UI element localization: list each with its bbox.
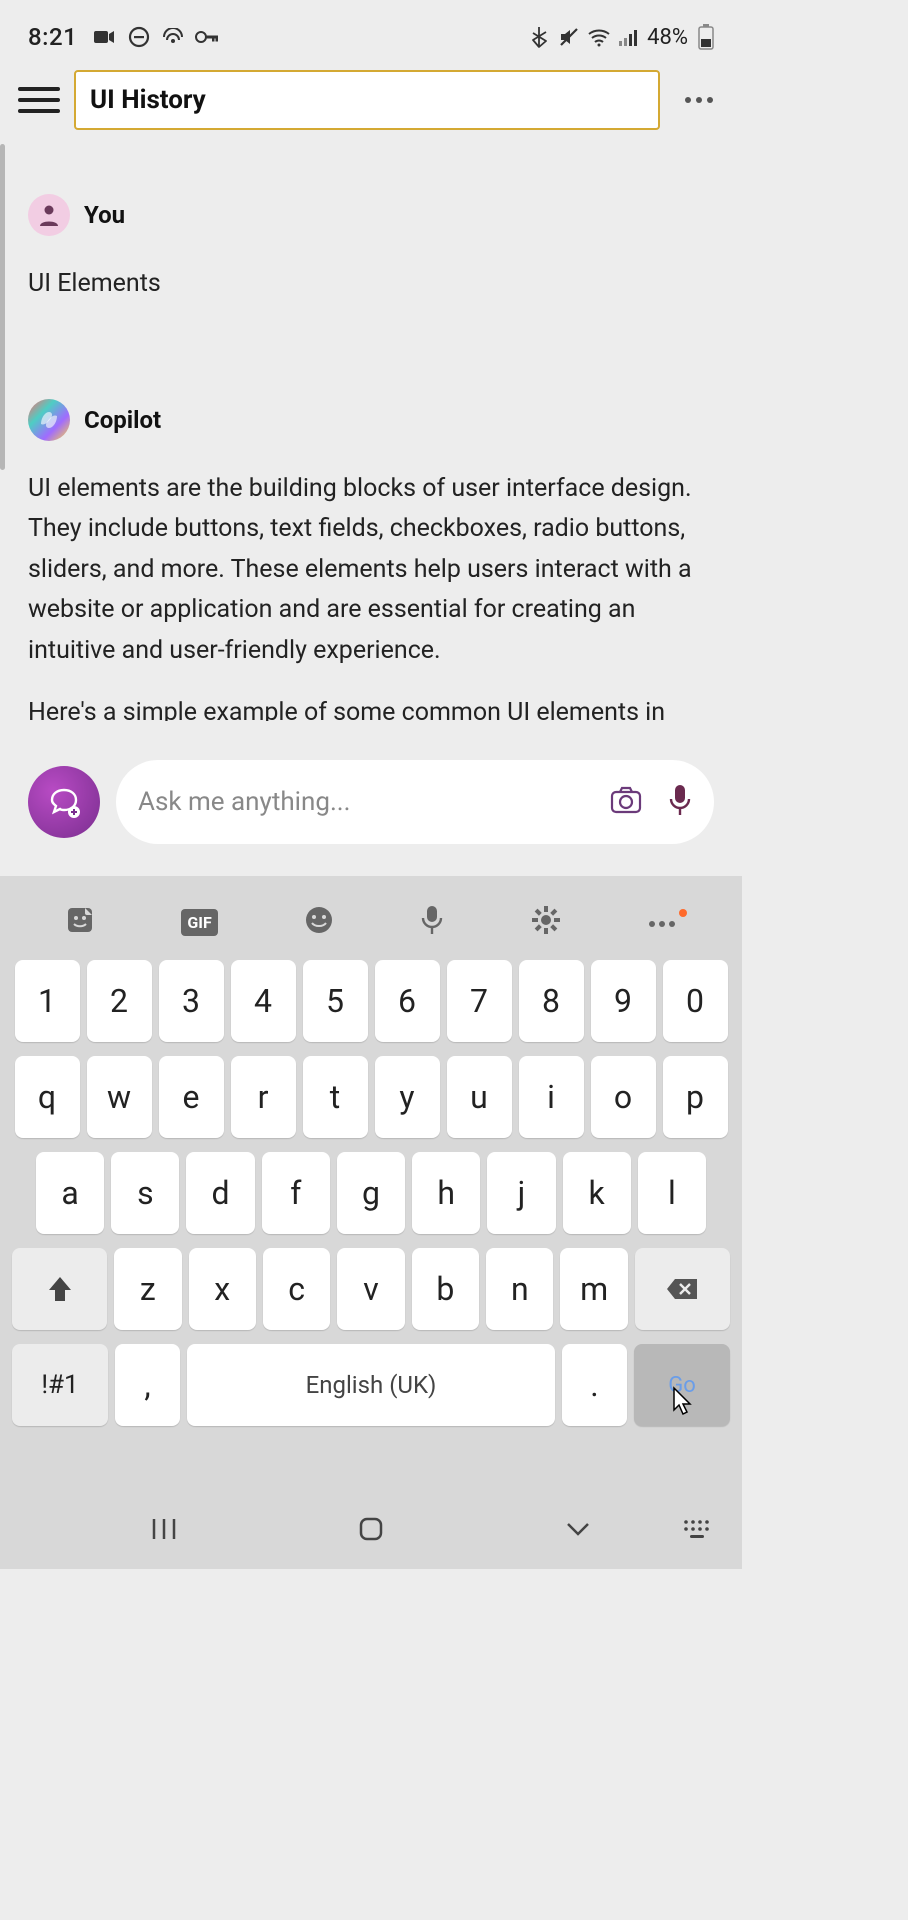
emoji-icon[interactable] — [304, 905, 334, 939]
key-0[interactable]: 0 — [663, 960, 728, 1042]
key-a[interactable]: a — [36, 1152, 104, 1234]
vpn-icon — [195, 25, 219, 49]
key-comma[interactable]: , — [115, 1344, 180, 1426]
wifi-icon — [587, 25, 611, 49]
key-i[interactable]: i — [519, 1056, 584, 1138]
key-l[interactable]: l — [638, 1152, 706, 1234]
key-shift[interactable] — [12, 1248, 107, 1330]
chat-area: You UI Elements Copilot UI elements are … — [0, 130, 742, 721]
key-d[interactable]: d — [186, 1152, 254, 1234]
new-chat-button[interactable] — [28, 766, 100, 838]
key-go[interactable]: Go — [634, 1344, 730, 1426]
bluetooth-icon — [527, 25, 551, 49]
key-u[interactable]: u — [447, 1056, 512, 1138]
keyboard-row-1: q w e r t y u i o p — [12, 1056, 730, 1138]
nav-recents-icon[interactable] — [150, 1515, 178, 1547]
key-2[interactable]: 2 — [87, 960, 152, 1042]
nav-keyboard-icon[interactable] — [682, 1518, 714, 1544]
key-symbols[interactable]: !#1 — [12, 1344, 108, 1426]
keyboard-row-numbers: 1 2 3 4 5 6 7 8 9 0 — [12, 960, 730, 1042]
key-spacebar[interactable]: English (UK) — [187, 1344, 555, 1426]
keyboard-toolbar: GIF — [12, 894, 730, 960]
assistant-message: Copilot UI elements are the building blo… — [28, 399, 714, 722]
hamburger-icon[interactable] — [18, 79, 60, 121]
video-icon — [93, 25, 117, 49]
key-1[interactable]: 1 — [15, 960, 80, 1042]
key-8[interactable]: 8 — [519, 960, 584, 1042]
key-4[interactable]: 4 — [231, 960, 296, 1042]
status-time: 8:21 — [28, 23, 77, 51]
key-v[interactable]: v — [337, 1248, 404, 1330]
key-9[interactable]: 9 — [591, 960, 656, 1042]
user-avatar — [28, 194, 70, 236]
key-o[interactable]: o — [591, 1056, 656, 1138]
key-x[interactable]: x — [189, 1248, 256, 1330]
scroll-indicator[interactable] — [0, 144, 5, 470]
key-6[interactable]: 6 — [375, 960, 440, 1042]
compose-input[interactable] — [138, 787, 610, 817]
mute-icon — [557, 25, 581, 49]
android-navbar — [0, 1503, 742, 1559]
user-message-body: UI Elements — [28, 264, 714, 305]
title-input[interactable] — [74, 70, 660, 130]
copilot-avatar — [28, 399, 70, 441]
assistant-name-label: Copilot — [84, 406, 161, 434]
settings-icon[interactable] — [531, 905, 561, 939]
key-f[interactable]: f — [262, 1152, 330, 1234]
key-r[interactable]: r — [231, 1056, 296, 1138]
key-p[interactable]: p — [663, 1056, 728, 1138]
keyboard-row-4: !#1 , English (UK) . Go — [12, 1344, 730, 1426]
gif-button[interactable]: GIF — [181, 909, 217, 936]
assistant-message-body: UI elements are the building blocks of u… — [28, 469, 714, 722]
key-e[interactable]: e — [159, 1056, 224, 1138]
key-h[interactable]: h — [412, 1152, 480, 1234]
key-z[interactable]: z — [114, 1248, 181, 1330]
keyboard-row-2: a s d f g h j k l — [12, 1152, 730, 1234]
camera-icon[interactable] — [610, 786, 642, 818]
key-3[interactable]: 3 — [159, 960, 224, 1042]
keyboard-row-3: z x c v b n m — [12, 1248, 730, 1330]
battery-icon — [694, 25, 718, 49]
status-left: 8:21 — [28, 23, 219, 51]
key-period[interactable]: . — [562, 1344, 627, 1426]
key-t[interactable]: t — [303, 1056, 368, 1138]
battery-percent: 48% — [647, 25, 688, 50]
key-y[interactable]: y — [375, 1056, 440, 1138]
signal-icon — [617, 25, 641, 49]
key-c[interactable]: c — [263, 1248, 330, 1330]
key-7[interactable]: 7 — [447, 960, 512, 1042]
dnd-icon — [127, 25, 151, 49]
key-b[interactable]: b — [412, 1248, 479, 1330]
key-k[interactable]: k — [563, 1152, 631, 1234]
key-n[interactable]: n — [486, 1248, 553, 1330]
compose-field[interactable] — [116, 760, 714, 844]
composer — [28, 760, 714, 844]
assistant-paragraph-1: UI elements are the building blocks of u… — [28, 469, 714, 672]
user-message: You UI Elements — [28, 194, 714, 305]
hotspot-icon — [161, 25, 185, 49]
more-options-icon[interactable] — [674, 97, 724, 103]
assistant-paragraph-2: Here's a simple example of some common U… — [28, 693, 714, 721]
key-backspace[interactable] — [635, 1248, 730, 1330]
sticker-icon[interactable] — [65, 905, 95, 939]
keyboard-more-icon[interactable] — [647, 913, 677, 932]
key-q[interactable]: q — [15, 1056, 80, 1138]
app-header — [0, 70, 742, 130]
nav-home-icon[interactable] — [357, 1515, 385, 1547]
nav-back-icon[interactable] — [564, 1520, 592, 1542]
keyboard: GIF 1 2 3 4 5 6 7 8 9 0 q w e r t y u i — [0, 876, 742, 1569]
key-5[interactable]: 5 — [303, 960, 368, 1042]
key-s[interactable]: s — [111, 1152, 179, 1234]
key-m[interactable]: m — [560, 1248, 627, 1330]
key-g[interactable]: g — [337, 1152, 405, 1234]
key-j[interactable]: j — [487, 1152, 555, 1234]
status-bar: 8:21 48% — [0, 0, 742, 70]
key-w[interactable]: w — [87, 1056, 152, 1138]
user-name-label: You — [84, 201, 125, 229]
voice-input-icon[interactable] — [420, 904, 444, 940]
microphone-icon[interactable] — [668, 783, 692, 821]
status-right: 48% — [527, 25, 718, 50]
